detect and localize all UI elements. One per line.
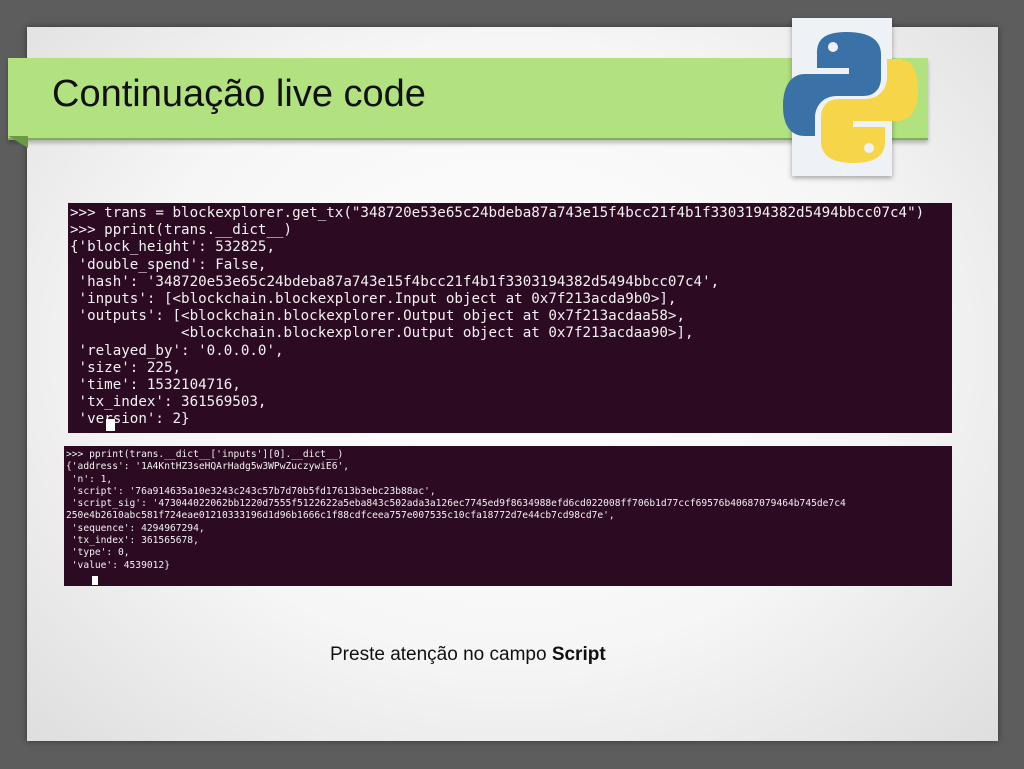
terminal-line: >>> trans = blockexplorer.get_tx("348720…	[70, 205, 925, 221]
terminal-line: 'sequence': 4294967294,	[66, 522, 205, 534]
terminal-line: 'time': 1532104716,	[70, 377, 241, 394]
terminal-line: 'outputs': [<blockchain.blockexplorer.Ou…	[70, 308, 685, 325]
terminal-screenshot-transaction: >>> trans = blockexplorer.get_tx("348720…	[68, 203, 952, 433]
terminal-line: 'relayed_by': '0.0.0.0',	[70, 342, 284, 359]
terminal-line: {'address': '1A4KntHZ3seHQArHadg5w3WPwZu…	[66, 461, 350, 473]
terminal-output: >>> pprint(trans.__dict__['inputs'][0]._…	[66, 449, 846, 572]
terminal-line: 'version': 2}	[70, 411, 190, 428]
terminal-line: 'double_spend': False,	[70, 256, 267, 273]
caption-emphasis: Script	[551, 644, 606, 665]
terminal-line: >>> pprint(trans.__dict__['inputs'][0]._…	[66, 449, 344, 460]
terminal-line: 'tx_index': 361565678,	[66, 535, 199, 547]
page-title: Continuação live code	[52, 73, 426, 115]
terminal-line: 'value': 4539012}	[66, 559, 170, 571]
terminal-line: 'n': 1,	[66, 473, 113, 485]
terminal-line: 'script_sig': '473044022062bb1220d7555f5…	[66, 498, 846, 510]
terminal-output: >>> trans = blockexplorer.get_tx("348720…	[70, 205, 924, 429]
terminal-line: 'script': '76a914635a10e3243c243c57b7d70…	[66, 485, 436, 497]
terminal-cursor	[92, 576, 98, 585]
terminal-cursor	[106, 419, 115, 431]
terminal-line: 'type': 0,	[66, 547, 130, 559]
terminal-line: 'hash': '348720e53e65c24bdeba87a743e15f4…	[70, 273, 720, 290]
caption-text: Preste atenção no campo	[330, 644, 552, 665]
terminal-screenshot-inputs: >>> pprint(trans.__dict__['inputs'][0]._…	[64, 446, 952, 586]
terminal-line: {'block_height': 532825,	[70, 239, 275, 256]
terminal-line: <blockchain.blockexplorer.Output object …	[70, 325, 694, 342]
terminal-line: 'size': 225,	[70, 359, 182, 376]
slide-caption: Preste atenção no campo Script	[330, 644, 606, 666]
terminal-line: 'tx_index': 361569503,	[70, 394, 267, 411]
terminal-line: 250e4b2610abc581f724eae01210333196d1d96b…	[66, 510, 615, 522]
terminal-line: >>> pprint(trans.__dict__)	[70, 222, 293, 239]
terminal-line: 'inputs': [<blockchain.blockexplorer.Inp…	[70, 291, 677, 308]
python-logo-icon	[783, 32, 918, 163]
